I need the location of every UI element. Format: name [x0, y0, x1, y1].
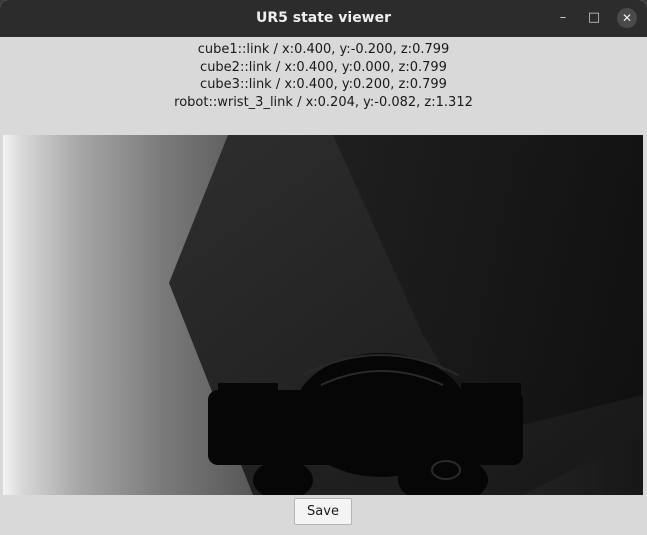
link-state-cube2: cube2::link / x:0.400, y:0.000, z:0.799 — [200, 59, 447, 75]
depth-image — [3, 135, 643, 495]
link-state-cube3: cube3::link / x:0.400, y:0.200, z:0.799 — [200, 77, 447, 92]
camera-depth-view — [3, 135, 643, 495]
title-bar[interactable]: UR5 state viewer – □ ✕ — [0, 0, 647, 37]
link-state-wrist3: robot::wrist_3_link / x:0.204, y:-0.082,… — [174, 94, 473, 110]
window-title: UR5 state viewer — [255, 10, 392, 26]
maximize-icon[interactable]: □ — [584, 8, 604, 28]
ur5-state-viewer-window: UR5 state viewer – □ ✕ cube1::link / x:0… — [0, 0, 647, 535]
close-icon[interactable]: ✕ — [617, 8, 637, 28]
minimize-icon[interactable]: – — [553, 8, 573, 28]
save-button[interactable]: Save — [294, 498, 352, 525]
link-state-cube1: cube1::link / x:0.400, y:-0.200, z:0.799 — [197, 42, 450, 57]
link-state-list: cube1::link / x:0.400, y:-0.200, z:0.799… — [0, 41, 647, 111]
